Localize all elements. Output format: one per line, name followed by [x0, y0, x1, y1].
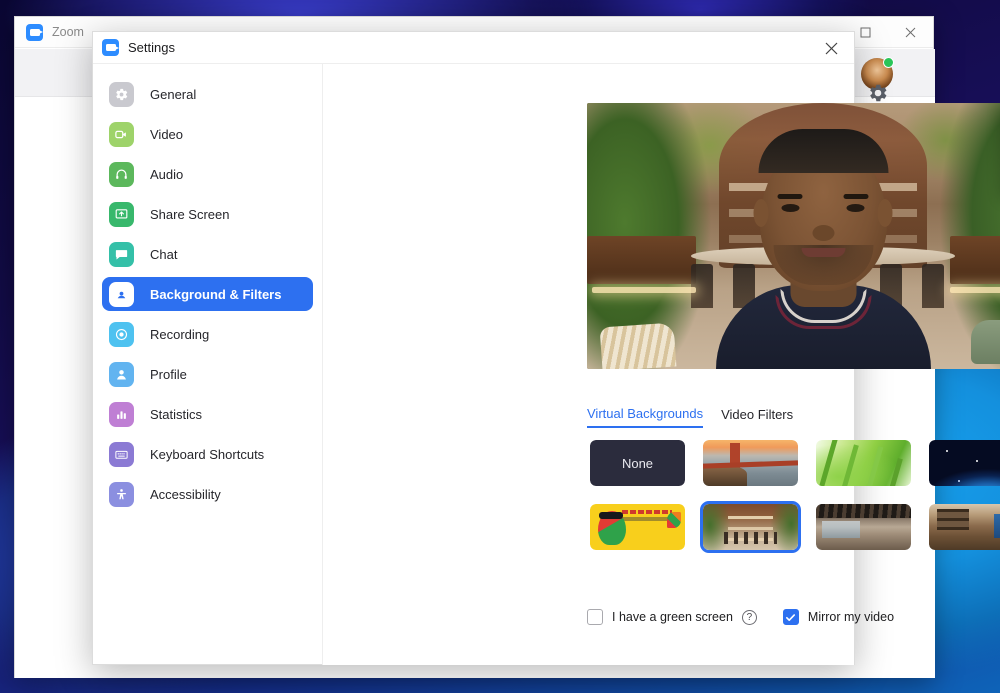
- sidebar-item-label: Profile: [150, 366, 187, 382]
- sidebar-item-label: Chat: [150, 246, 178, 262]
- sidebar-item-general[interactable]: General: [102, 77, 313, 111]
- background-thumbnail-golden-gate-bridge[interactable]: [700, 437, 801, 489]
- background-thumbnail-grass[interactable]: [813, 437, 914, 489]
- background-thumbnail-grid: None: [587, 437, 1000, 553]
- background-options-row: I have a green screen ? Mirror my video …: [587, 609, 1000, 625]
- sidebar-item-label: Background & Filters: [150, 286, 282, 302]
- sidebar-item-accessibility[interactable]: Accessibility: [102, 477, 313, 511]
- sidebar-item-background-and-filters[interactable]: Background & Filters: [102, 277, 313, 311]
- close-icon[interactable]: [888, 17, 933, 47]
- settings-titlebar: Settings: [93, 32, 854, 64]
- sidebar-item-share-screen[interactable]: Share Screen: [102, 197, 313, 231]
- background-thumbnail-earth-from-space[interactable]: [926, 437, 1000, 489]
- mirror-video-checkbox[interactable]: [782, 609, 799, 625]
- background-filters-icon: [109, 281, 134, 307]
- video-camera-icon: [109, 121, 134, 147]
- sidebar-item-label: Share Screen: [150, 206, 230, 222]
- video-preview[interactable]: Using a virtual background will decrease…: [587, 103, 1000, 369]
- tab-virtual-backgrounds[interactable]: Virtual Backgrounds: [587, 406, 704, 428]
- bar-chart-icon: [109, 401, 134, 427]
- background-thumbnail-yellow-mascot-card[interactable]: [587, 501, 688, 553]
- sidebar-item-label: Accessibility: [150, 486, 221, 502]
- green-screen-checkbox[interactable]: [587, 609, 603, 625]
- zoom-logo-icon: [102, 39, 119, 56]
- settings-dialog: Settings General Video Audio Share Scree…: [92, 31, 1000, 665]
- headphones-icon: [109, 161, 134, 187]
- background-thumbnail-cafe-interior[interactable]: [926, 501, 1000, 553]
- background-thumbnail-none[interactable]: None: [587, 437, 688, 489]
- settings-title: Settings: [128, 40, 175, 55]
- status-badge: [883, 57, 894, 68]
- share-screen-icon: [109, 201, 134, 227]
- keyboard-icon: [109, 441, 134, 467]
- sidebar-item-keyboard-shortcuts[interactable]: Keyboard Shortcuts: [102, 437, 313, 471]
- green-screen-label: I have a green screen: [612, 610, 733, 624]
- chat-bubble-icon: [109, 241, 134, 267]
- question-mark-icon[interactable]: ?: [741, 609, 757, 625]
- sidebar-item-label: Video: [150, 126, 184, 142]
- background-thumbnail-restaurant-interior[interactable]: [700, 501, 801, 553]
- sidebar-item-label: General: [150, 86, 197, 102]
- zoom-logo-icon: [26, 23, 43, 41]
- tab-video-filters[interactable]: Video Filters: [721, 407, 793, 427]
- background-tabs: Virtual Backgrounds Video Filters: [587, 406, 793, 428]
- sidebar-item-recording[interactable]: Recording: [102, 317, 313, 351]
- accessibility-icon: [109, 481, 134, 507]
- sidebar-item-chat[interactable]: Chat: [102, 237, 313, 271]
- close-icon[interactable]: [812, 32, 850, 64]
- person-icon: [109, 361, 134, 387]
- user-video-figure: [715, 129, 931, 369]
- sidebar-item-label: Keyboard Shortcuts: [150, 446, 265, 462]
- thumbnail-label: None: [621, 455, 654, 471]
- zoom-window-title: Zoom: [52, 25, 84, 39]
- mirror-video-label: Mirror my video: [807, 610, 895, 624]
- sidebar-item-audio[interactable]: Audio: [102, 157, 313, 191]
- sidebar-item-label: Recording: [150, 326, 210, 342]
- settings-content: Using a virtual background will decrease…: [323, 64, 1000, 665]
- sidebar-item-profile[interactable]: Profile: [102, 357, 313, 391]
- settings-sidebar: General Video Audio Share Screen Chat Ba…: [93, 64, 323, 665]
- sidebar-item-label: Statistics: [150, 406, 203, 422]
- sidebar-item-statistics[interactable]: Statistics: [102, 397, 313, 431]
- background-thumbnail-mall-interior[interactable]: [813, 501, 914, 553]
- gear-icon[interactable]: [867, 82, 889, 104]
- sidebar-item-label: Audio: [150, 166, 184, 182]
- gear-icon: [109, 81, 134, 107]
- record-icon: [109, 321, 134, 347]
- sidebar-item-video[interactable]: Video: [102, 117, 313, 151]
